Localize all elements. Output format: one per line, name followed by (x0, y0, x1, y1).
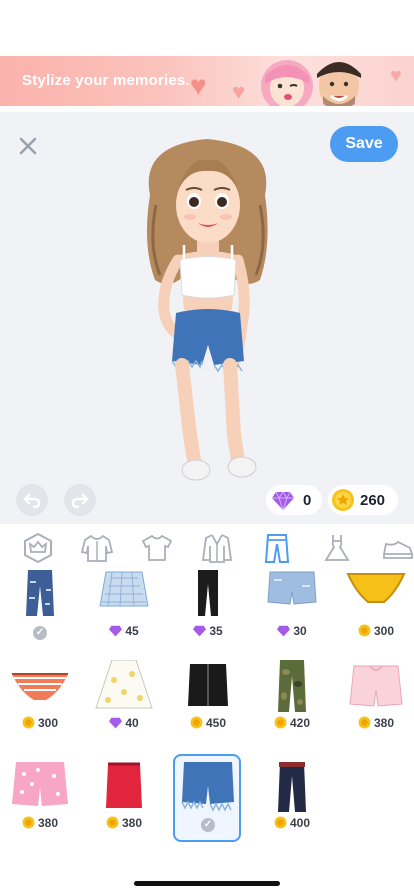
red-skirt-image (106, 762, 142, 808)
item-price: 380 (6, 816, 74, 834)
item-price: 40 (90, 716, 158, 734)
item-price: 35 (174, 624, 242, 642)
category-tabs (0, 528, 414, 568)
avatar-figure (146, 139, 268, 481)
tab-crown[interactable] (21, 532, 55, 564)
banner-text: Stylize your memories. (22, 72, 190, 89)
crown-icon (24, 532, 52, 564)
item-black-leggings[interactable]: 35 (174, 568, 242, 656)
item-camo-pants[interactable]: 420 (258, 660, 326, 748)
coin-icon (274, 716, 287, 729)
black-leggings-image (198, 570, 218, 616)
item-price: ✓ (6, 624, 74, 642)
gem-icon (277, 625, 291, 637)
item-plaid-skirt[interactable]: 45 (90, 568, 158, 656)
coin-icon (358, 624, 371, 637)
status-bar (0, 0, 414, 56)
item-pink-pattern-shorts[interactable]: 380 (6, 760, 74, 848)
item-price: 420 (258, 716, 326, 734)
black-leather-skirt-image (188, 664, 228, 706)
striped-underwear-image (12, 673, 68, 700)
coat-icon (201, 534, 233, 563)
coin-icon (106, 816, 119, 829)
gem-icon (193, 625, 207, 637)
redo-button[interactable] (64, 484, 96, 516)
item-striped-underwear[interactable]: 300 (6, 660, 74, 748)
tab-coat[interactable] (200, 532, 234, 564)
item-pink-shorts[interactable]: 380 (342, 660, 410, 748)
coin-icon (22, 716, 35, 729)
banner-avatars-image (261, 60, 361, 106)
dress-icon (324, 535, 350, 561)
frayed-denim-shorts-image (181, 762, 234, 812)
heart-icon: ♥ (232, 79, 246, 104)
undo-icon (23, 493, 41, 509)
gem-icon (109, 625, 123, 637)
tab-dress[interactable] (320, 532, 354, 564)
coin-count: 260 (360, 492, 386, 509)
item-price: 30 (258, 624, 326, 642)
tab-jacket[interactable] (80, 532, 114, 564)
yellow-underwear-image (346, 573, 406, 603)
coin-icon (332, 489, 354, 511)
item-denim-shorts-light[interactable]: 30 (258, 568, 326, 656)
redo-icon (71, 493, 89, 509)
denim-shorts-light-image (267, 571, 317, 605)
owned-check-icon: ✓ (33, 626, 47, 640)
coin-icon (190, 716, 203, 729)
item-dark-jeans-belt[interactable]: 400 (258, 760, 326, 848)
pants-icon (264, 534, 290, 563)
coin-balance[interactable]: 260 (328, 485, 398, 515)
gem-icon (109, 717, 123, 729)
dark-jeans-belt-image (278, 762, 306, 812)
item-price: 300 (342, 624, 410, 642)
item-price: 400 (258, 816, 326, 834)
item-price: ✓ (174, 816, 242, 834)
floral-skirt-image (95, 660, 153, 709)
tshirt-icon (141, 534, 173, 561)
tab-shoes[interactable] (380, 532, 414, 564)
gem-count: 0 (303, 492, 312, 509)
pink-pattern-shorts-image (12, 762, 68, 806)
item-yellow-underwear[interactable]: 300 (342, 568, 410, 656)
item-floral-skirt[interactable]: 40 (90, 660, 158, 748)
gem-balance[interactable]: 0 (266, 485, 322, 515)
item-price: 450 (174, 716, 242, 734)
save-button[interactable]: Save (330, 126, 398, 162)
coin-icon (358, 716, 371, 729)
item-black-leather-skirt[interactable]: 450 (174, 660, 242, 748)
item-red-skirt[interactable]: 380 (90, 760, 158, 848)
item-price: 45 (90, 624, 158, 642)
home-indicator (134, 881, 280, 886)
item-price: 300 (6, 716, 74, 734)
plaid-skirt-image (99, 571, 149, 607)
item-price: 380 (342, 716, 410, 734)
undo-button[interactable] (16, 484, 48, 516)
item-ripped-jeans[interactable]: ✓ (6, 568, 74, 656)
item-frayed-denim-shorts[interactable]: ✓ (174, 760, 242, 848)
pink-shorts-image (349, 665, 403, 707)
heart-icon: ♥ (190, 70, 207, 101)
gem-icon (272, 491, 294, 510)
coin-icon (274, 816, 287, 829)
item-price: 380 (90, 816, 158, 834)
coin-icon (22, 816, 35, 829)
tab-pants[interactable] (260, 532, 294, 564)
ripped-jeans-image (26, 570, 54, 616)
owned-check-icon: ✓ (201, 818, 215, 832)
jacket-icon (80, 534, 114, 562)
promo-banner[interactable]: Stylize your memories. ♥ ♥ ♥ (0, 56, 414, 106)
shoe-icon (382, 540, 414, 559)
tab-tshirt[interactable] (140, 532, 174, 564)
close-icon (19, 137, 37, 155)
close-button[interactable] (14, 132, 42, 160)
camo-pants-image (278, 660, 306, 712)
